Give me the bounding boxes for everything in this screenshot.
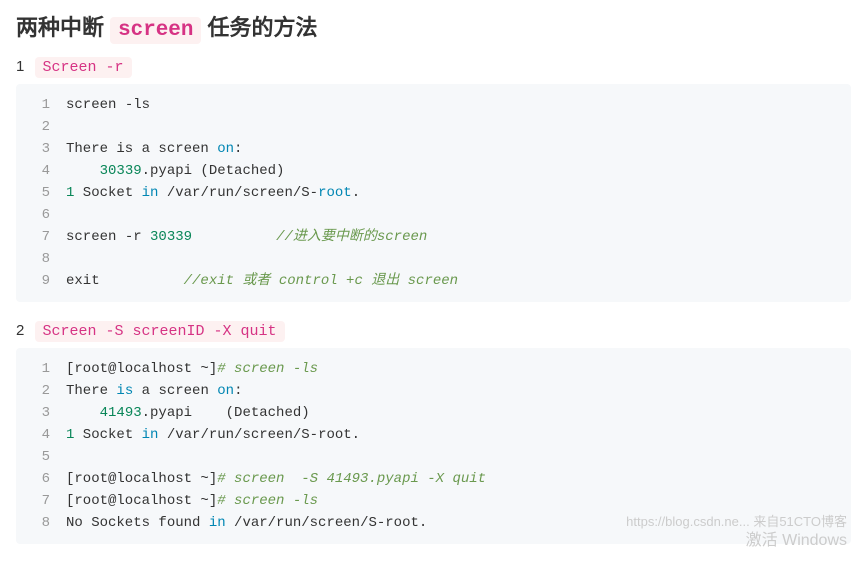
code1-line6	[66, 204, 851, 226]
code2-line4: 1 Socket in /var/run/screen/S-root.	[66, 424, 851, 446]
step-1: 1 Screen -r	[16, 58, 851, 76]
step-1-code: Screen -r	[35, 57, 132, 78]
code1-line7: screen -r 30339 //进入要中断的screen	[66, 226, 851, 248]
title-part1: 两种中断	[16, 15, 104, 40]
code1-line5: 1 Socket in /var/run/screen/S-root.	[66, 182, 851, 204]
page-title: 两种中断 screen 任务的方法	[16, 10, 851, 42]
code1-line4: 30339.pyapi (Detached)	[66, 160, 851, 182]
code2-line2: There is a screen on:	[66, 380, 851, 402]
code1-line3: There is a screen on:	[66, 138, 851, 160]
code2-line8: No Sockets found in /var/run/screen/S-ro…	[66, 512, 851, 534]
code2-line7: [root@localhost ~]# screen -ls	[66, 490, 851, 512]
step-2-num: 2	[16, 322, 24, 339]
title-part2: 任务的方法	[207, 15, 317, 40]
code1-line9: exit //exit 或者 control +c 退出 screen	[66, 270, 851, 292]
step-2: 2 Screen -S screenID -X quit	[16, 322, 851, 340]
code-block-1: 1screen -ls 2 3There is a screen on: 4 3…	[16, 84, 851, 302]
code1-line8	[66, 248, 851, 270]
code2-line1: [root@localhost ~]# screen -ls	[66, 358, 851, 380]
code2-line6: [root@localhost ~]# screen -S 41493.pyap…	[66, 468, 851, 490]
step-2-code: Screen -S screenID -X quit	[35, 321, 285, 342]
code2-line3: 41493.pyapi (Detached)	[66, 402, 851, 424]
title-code: screen	[110, 17, 201, 44]
step-1-num: 1	[16, 58, 24, 75]
code-block-2: 1[root@localhost ~]# screen -ls 2There i…	[16, 348, 851, 544]
code1-line1: screen -ls	[66, 94, 851, 116]
code2-line5	[66, 446, 851, 468]
code1-line2	[66, 116, 851, 138]
